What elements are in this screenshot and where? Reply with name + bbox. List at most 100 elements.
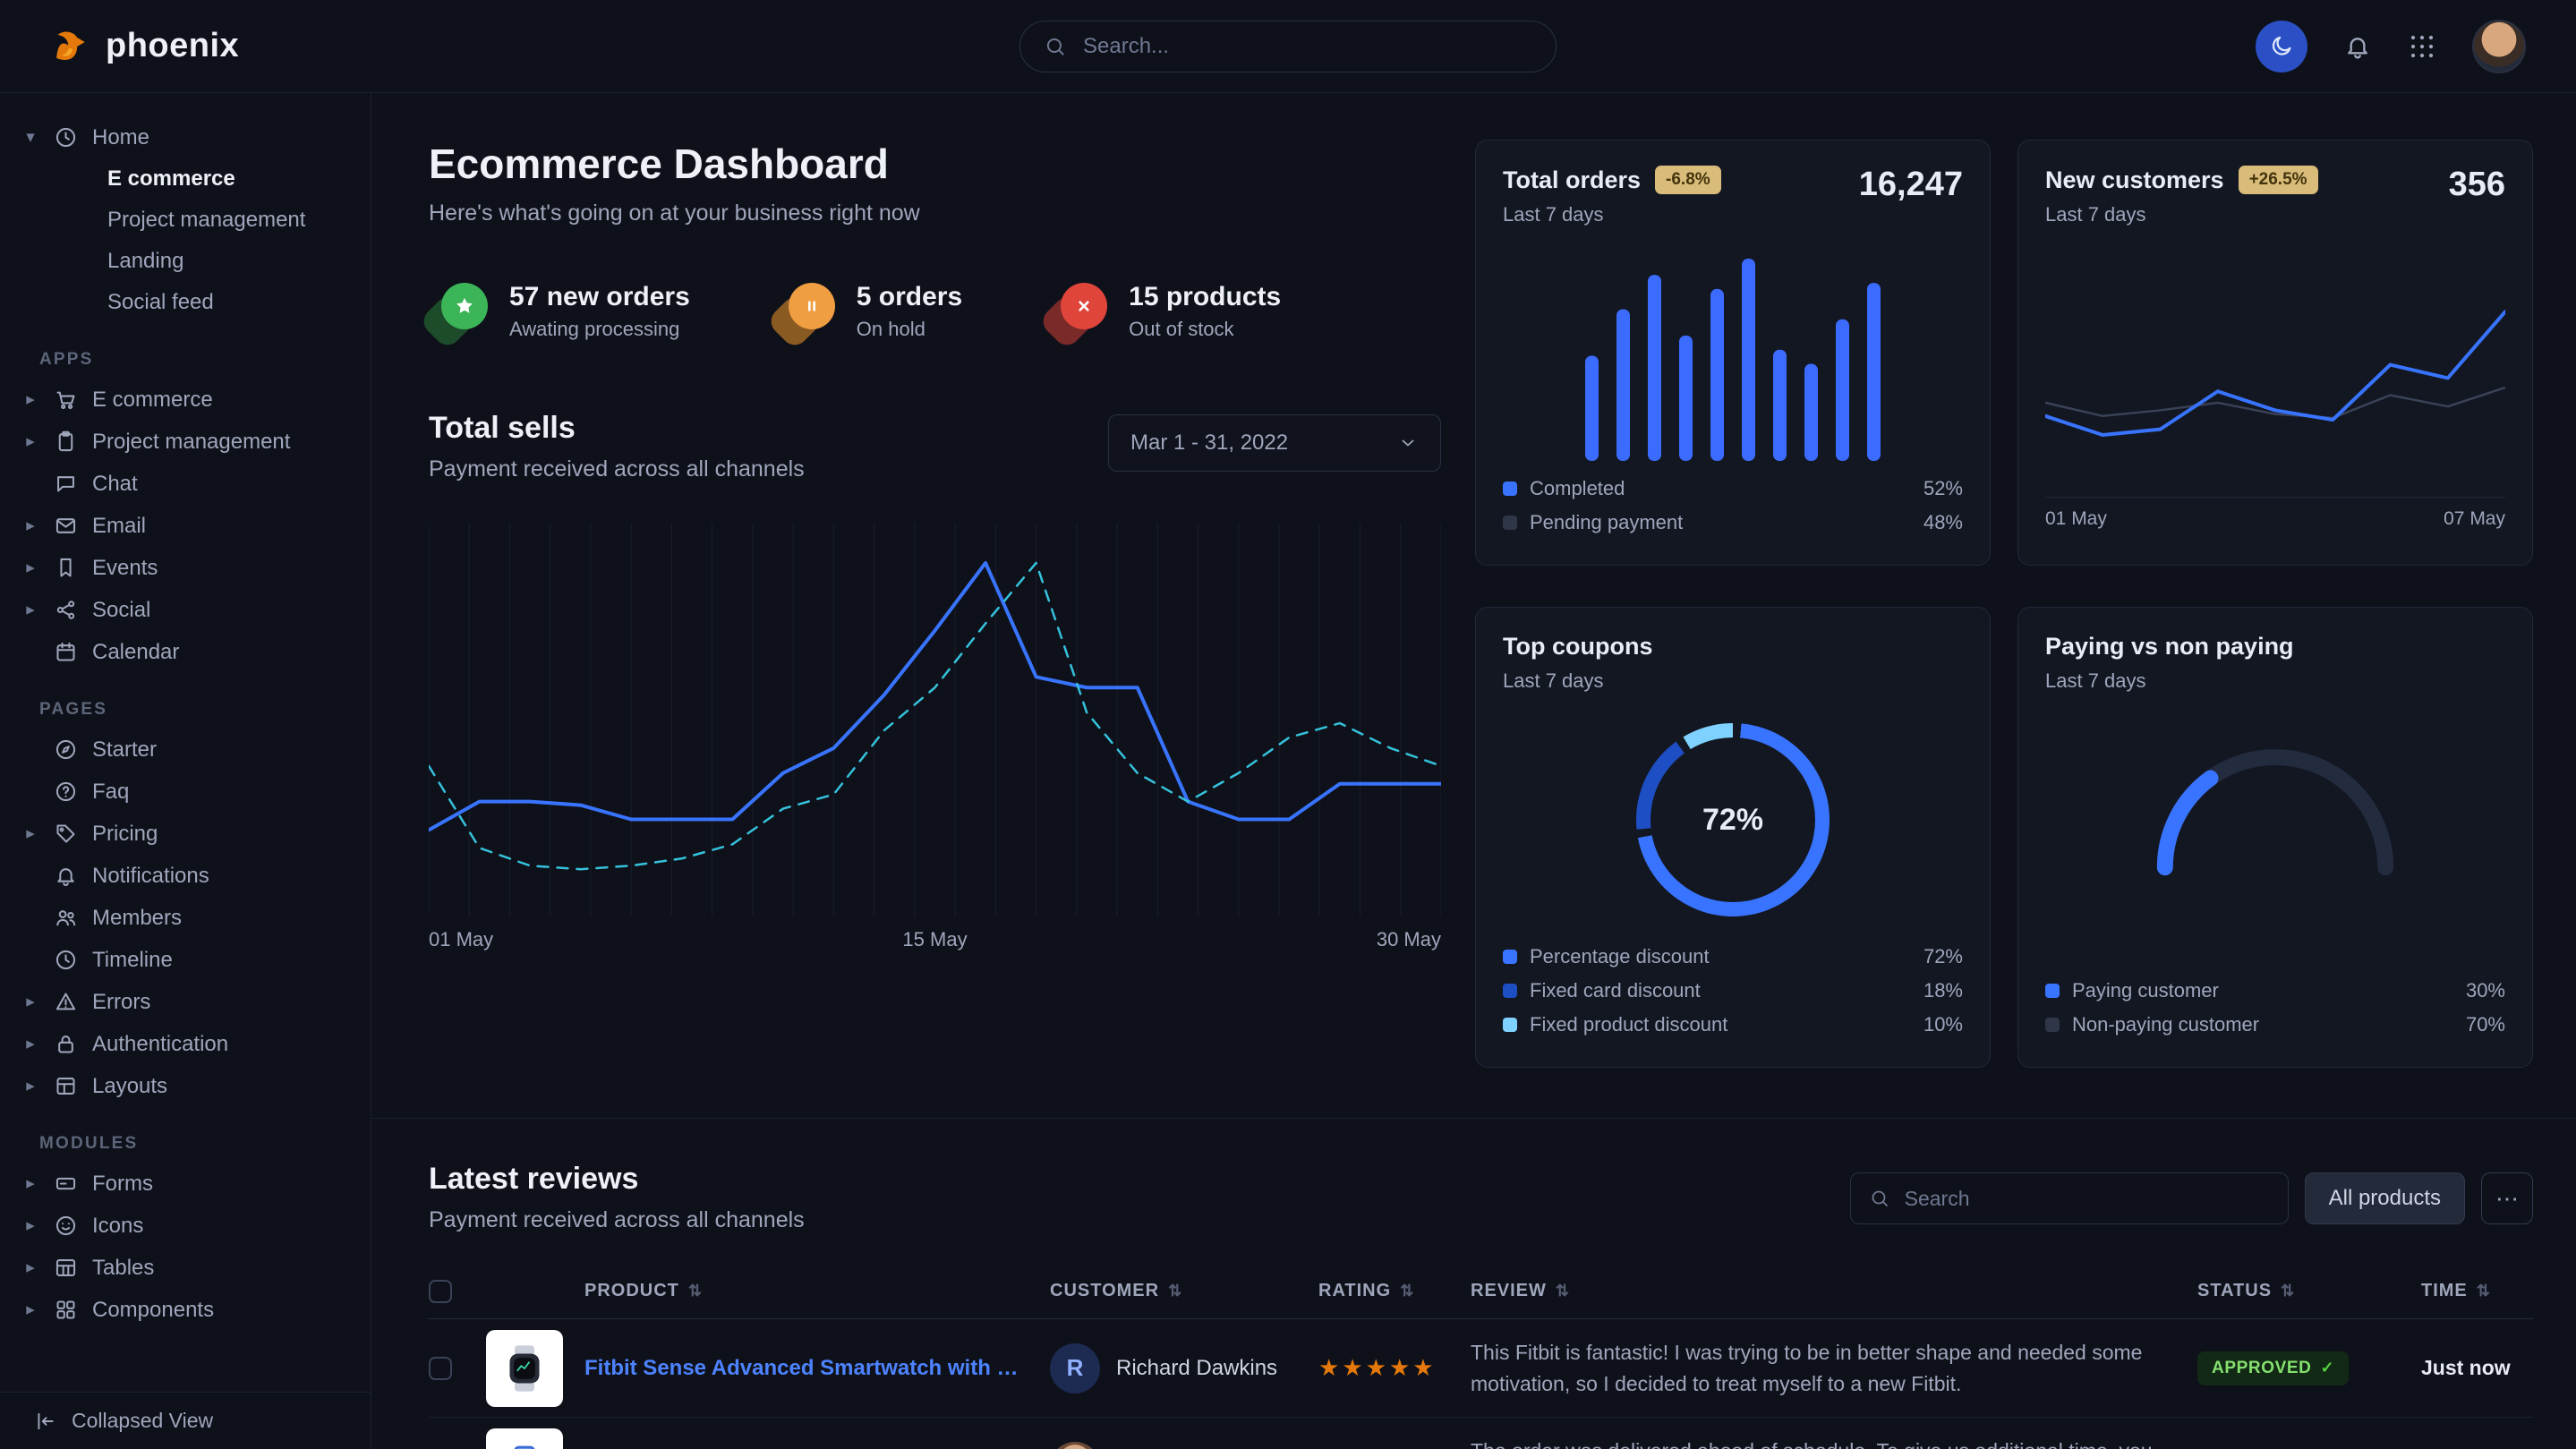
review-text: The order was delivered ahead of schedul…	[1471, 1436, 2197, 1449]
sidebar-item-pricing[interactable]: Pricing	[21, 813, 349, 855]
select-all-checkbox[interactable]	[429, 1280, 452, 1303]
topbar: phoenix	[0, 0, 2576, 93]
sidebar-item-project-management-app[interactable]: Project management	[21, 421, 349, 463]
sidebar-item-starter[interactable]: Starter	[21, 729, 349, 771]
customer-avatar[interactable]	[1050, 1442, 1100, 1449]
phoenix-logo-icon	[50, 26, 91, 67]
pause-icon	[789, 283, 835, 329]
legend-label: Paying customer	[2072, 979, 2219, 1002]
sidebar-item-label: Components	[92, 1298, 214, 1323]
x-tick: 30 May	[1377, 928, 1441, 951]
sidebar-item-events[interactable]: Events	[21, 547, 349, 589]
sidebar-item-label: Pricing	[92, 822, 158, 847]
reviews-search-input[interactable]	[1903, 1186, 2270, 1212]
x-tick: 01 May	[429, 928, 493, 951]
page-subtitle: Here's what's going on at your business …	[429, 200, 1441, 226]
user-avatar[interactable]	[2472, 20, 2526, 73]
legend-label: Non-paying customer	[2072, 1013, 2259, 1036]
reviews-search[interactable]	[1850, 1172, 2289, 1224]
total-orders-card: Total orders -6.8% Last 7 days 16,247 Co…	[1475, 140, 1991, 566]
theme-toggle-button[interactable]	[2256, 21, 2307, 72]
sidebar-item-label: Tables	[92, 1256, 154, 1281]
sidebar-item-project-management-dashboard[interactable]: Project management	[21, 200, 349, 241]
apps-menu-button[interactable]	[2408, 32, 2436, 61]
sidebar-item-calendar[interactable]: Calendar	[21, 631, 349, 673]
column-label: REVIEW	[1471, 1281, 1547, 1301]
latest-reviews-title: Latest reviews	[429, 1162, 805, 1197]
column-label: CUSTOMER	[1050, 1281, 1159, 1301]
sidebar-nav: Home E commerce Project management Landi…	[0, 116, 371, 1392]
sidebar-item-social-feed[interactable]: Social feed	[21, 282, 349, 323]
date-range-select[interactable]: Mar 1 - 31, 2022	[1108, 414, 1441, 472]
sidebar-item-label: Forms	[92, 1172, 153, 1197]
legend-value: 48%	[1923, 511, 1963, 534]
compass-icon	[54, 737, 78, 762]
date-range-value: Mar 1 - 31, 2022	[1130, 430, 1288, 456]
lock-icon	[54, 1032, 78, 1056]
sidebar-item-label: Notifications	[92, 864, 209, 889]
sidebar-item-members[interactable]: Members	[21, 897, 349, 939]
column-header-rating[interactable]: RATING ⇅	[1318, 1281, 1471, 1301]
top-coupons-card: Top coupons Last 7 days 72% Percentage d…	[1475, 607, 1991, 1068]
stat-new-orders: 57 new orders Awating processing	[429, 282, 690, 341]
sidebar-item-components[interactable]: Components	[21, 1289, 349, 1331]
paying-legend: Paying customer 30% Non-paying customer …	[2045, 974, 2505, 1042]
sidebar-item-errors[interactable]: Errors	[21, 981, 349, 1023]
row-checkbox[interactable]	[429, 1357, 452, 1380]
sidebar-item-landing[interactable]: Landing	[21, 241, 349, 282]
notifications-button[interactable]	[2343, 32, 2372, 61]
card-period: Last 7 days	[1503, 203, 1721, 226]
collapse-sidebar-button[interactable]: Collapsed View	[0, 1392, 371, 1449]
product-link[interactable]: Fitbit Sense Advanced Smartwatch with To…	[584, 1356, 1050, 1381]
sidebar-item-forms[interactable]: Forms	[21, 1163, 349, 1205]
chevron-right-icon	[21, 1215, 39, 1236]
share-icon	[54, 598, 78, 622]
sidebar-item-icons[interactable]: Icons	[21, 1205, 349, 1247]
legend-item: Pending payment 48%	[1503, 506, 1963, 540]
sort-icon: ⇅	[688, 1282, 703, 1300]
total-orders-value: 16,247	[1859, 166, 1963, 204]
column-header-customer[interactable]: CUSTOMER ⇅	[1050, 1281, 1318, 1301]
brand[interactable]: phoenix	[50, 26, 239, 67]
legend-value: 72%	[1923, 945, 1963, 968]
sidebar-item-authentication[interactable]: Authentication	[21, 1023, 349, 1065]
sidebar-item-tables[interactable]: Tables	[21, 1247, 349, 1289]
all-products-button[interactable]: All products	[2305, 1172, 2465, 1224]
trend-badge: -6.8%	[1655, 166, 1721, 194]
users-icon	[54, 906, 78, 930]
stat-out-of-stock: 15 products Out of stock	[1048, 282, 1281, 341]
total-sells-x-axis: 01 May 15 May 30 May	[429, 928, 1441, 951]
column-label: RATING	[1318, 1281, 1391, 1301]
customer-cell: R Richard Dawkins	[1050, 1343, 1318, 1394]
sort-icon: ⇅	[1556, 1282, 1570, 1300]
chevron-right-icon	[21, 600, 39, 620]
sidebar-item-faq[interactable]: Faq	[21, 771, 349, 813]
column-header-status[interactable]: STATUS ⇅	[2197, 1281, 2421, 1301]
card-title: Paying vs non paying	[2045, 633, 2505, 661]
bookmark-icon	[54, 556, 78, 580]
global-search[interactable]	[1019, 21, 1557, 72]
sidebar-item-timeline[interactable]: Timeline	[21, 939, 349, 981]
more-options-button[interactable]: ⋯	[2481, 1172, 2533, 1224]
card-title: New customers	[2045, 166, 2224, 194]
column-header-time[interactable]: TIME ⇅	[2421, 1281, 2533, 1301]
sidebar-item-label: Chat	[92, 472, 138, 497]
search-input[interactable]	[1081, 33, 1532, 60]
customer-avatar[interactable]: R	[1050, 1343, 1100, 1394]
status-badge: APPROVED✓	[2197, 1351, 2349, 1385]
components-icon	[54, 1298, 78, 1322]
column-label: PRODUCT	[584, 1281, 679, 1301]
column-header-product[interactable]: PRODUCT ⇅	[584, 1281, 1050, 1301]
paying-vs-non-paying-card: Paying vs non paying Last 7 days Paying …	[2017, 607, 2533, 1068]
sidebar-item-layouts[interactable]: Layouts	[21, 1065, 349, 1107]
sidebar-item-ecommerce-app[interactable]: E commerce	[21, 379, 349, 421]
sidebar-item-email[interactable]: Email	[21, 505, 349, 547]
sort-icon: ⇅	[1168, 1282, 1182, 1300]
column-header-review[interactable]: REVIEW ⇅	[1471, 1281, 2197, 1301]
sidebar-item-chat[interactable]: Chat	[21, 463, 349, 505]
sidebar-item-home[interactable]: Home	[21, 116, 349, 158]
legend-item: Percentage discount 72%	[1503, 940, 1963, 974]
sidebar-item-social[interactable]: Social	[21, 589, 349, 631]
sidebar-item-e-commerce-dashboard[interactable]: E commerce	[21, 158, 349, 200]
sidebar-item-notifications[interactable]: Notifications	[21, 855, 349, 897]
